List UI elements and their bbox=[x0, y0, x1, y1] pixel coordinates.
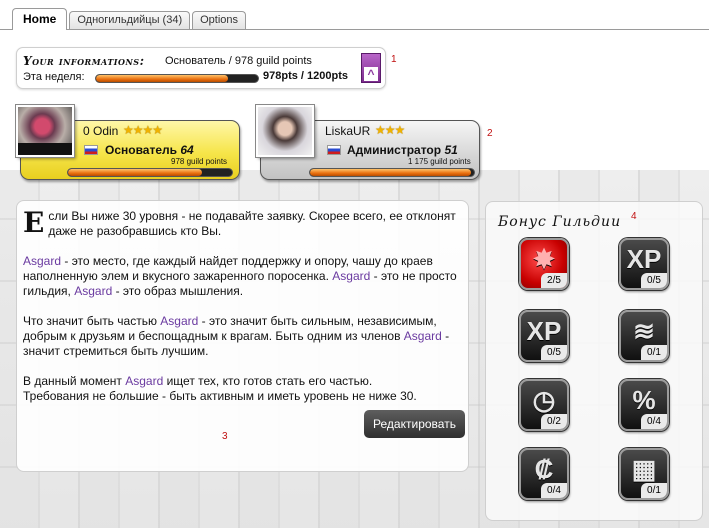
week-label: Эта неделя: bbox=[23, 71, 85, 83]
member-progress-fill bbox=[310, 169, 471, 176]
stopwatch-icon: ◷ bbox=[532, 385, 556, 415]
member-level: 51 bbox=[444, 143, 458, 157]
guild-bonus-panel: Бонус Гильдии 4 ✸ 2/5 XP 0/5 XP 0/5 ≋ 0/… bbox=[485, 201, 703, 521]
guild-name-link[interactable]: Asgard bbox=[332, 269, 370, 283]
member-role: Администратор 51 bbox=[347, 143, 458, 157]
info-title: Your informations: bbox=[23, 54, 145, 68]
week-progress-bar bbox=[95, 74, 259, 83]
bonus-count: 0/4 bbox=[641, 414, 667, 429]
guild-name-link[interactable]: Asgard bbox=[125, 374, 163, 388]
member-name: 0 Odin bbox=[83, 124, 119, 138]
week-progress-fill bbox=[96, 75, 229, 82]
xp-plus-icon: XP bbox=[526, 316, 562, 346]
bonus-count: 0/2 bbox=[541, 414, 567, 429]
marker-2: 2 bbox=[487, 128, 493, 139]
my-info-box: Your informations: Основатель / 978 guil… bbox=[16, 47, 386, 89]
tab-bar: Home Одногильдийцы (34) Options bbox=[12, 8, 247, 30]
russia-flag-icon bbox=[84, 145, 98, 155]
member-progress-fill bbox=[68, 169, 203, 176]
marker-4: 4 bbox=[631, 211, 637, 222]
bonus-tile[interactable]: XP 0/5 bbox=[519, 310, 569, 362]
week-points: 978pts / 1200pts bbox=[263, 70, 348, 82]
xp-icon: XP bbox=[626, 244, 662, 274]
member-points: 1 175 guild points bbox=[408, 157, 471, 166]
tab-home[interactable]: Home bbox=[12, 8, 68, 30]
bonus-count: 0/4 bbox=[541, 483, 567, 498]
collapse-button[interactable]: ^ bbox=[361, 53, 381, 83]
russia-flag-icon bbox=[327, 145, 341, 155]
member-role: Основатель 64 bbox=[105, 143, 194, 157]
guild-name-link[interactable]: Asgard bbox=[160, 314, 198, 328]
dropcap-letter: Е bbox=[23, 206, 45, 239]
member-progress-bar bbox=[67, 168, 233, 177]
percent-icon: % bbox=[632, 385, 656, 415]
member-name: LiskaUR bbox=[325, 124, 371, 138]
guild-name-link[interactable]: Asgard bbox=[23, 254, 61, 268]
bonus-count: 0/5 bbox=[641, 273, 667, 288]
bonus-tile[interactable]: ✸ 2/5 bbox=[519, 238, 569, 290]
marker-3: 3 bbox=[222, 431, 228, 442]
avatar-liskaur[interactable] bbox=[256, 105, 314, 157]
avatar-odin[interactable] bbox=[16, 105, 74, 157]
rank-stars-icon: ★★★★ bbox=[123, 123, 163, 137]
bonus-title: Бонус Гильдии bbox=[498, 214, 622, 230]
bonus-tile[interactable]: ≋ 0/1 bbox=[619, 310, 669, 362]
tab-options[interactable]: Options bbox=[192, 11, 247, 29]
scroll-icon: ≋ bbox=[633, 316, 655, 346]
bonus-count: 0/5 bbox=[541, 345, 567, 360]
bonus-tile[interactable]: ₡ 0/4 bbox=[519, 448, 569, 500]
info-rank-points: Основатель / 978 guild points bbox=[165, 55, 312, 67]
red-splash-icon: ✸ bbox=[533, 244, 555, 274]
guild-description: Если Вы ниже 30 уровня - не подавайте за… bbox=[23, 206, 457, 404]
bonus-count: 0/1 bbox=[641, 483, 667, 498]
bonus-tile[interactable]: XP 0/5 bbox=[619, 238, 669, 290]
bonus-count: 0/1 bbox=[641, 345, 667, 360]
bonus-tile[interactable]: % 0/4 bbox=[619, 379, 669, 431]
tab-guildmates[interactable]: Одногильдийцы (34) bbox=[69, 11, 191, 29]
currency-icon: ₡ bbox=[534, 454, 554, 484]
bonus-tile[interactable]: ▦ 0/1 bbox=[619, 448, 669, 500]
guild-description-panel: Если Вы ниже 30 уровня - не подавайте за… bbox=[16, 200, 469, 472]
member-progress-bar bbox=[309, 168, 475, 177]
bonus-tile[interactable]: ◷ 0/2 bbox=[519, 379, 569, 431]
bonus-count: 2/5 bbox=[541, 273, 567, 288]
marker-1: 1 bbox=[391, 54, 397, 65]
edit-button[interactable]: Редактировать bbox=[364, 410, 465, 438]
member-level: 64 bbox=[180, 143, 194, 157]
guild-name-link[interactable]: Asgard bbox=[404, 329, 442, 343]
chevron-up-icon: ^ bbox=[364, 67, 378, 81]
member-points: 978 guild points bbox=[171, 157, 228, 166]
rank-stars-icon: ★★★ bbox=[375, 123, 405, 137]
bandage-icon: ▦ bbox=[631, 454, 657, 484]
guild-name-link[interactable]: Asgard bbox=[74, 284, 112, 298]
